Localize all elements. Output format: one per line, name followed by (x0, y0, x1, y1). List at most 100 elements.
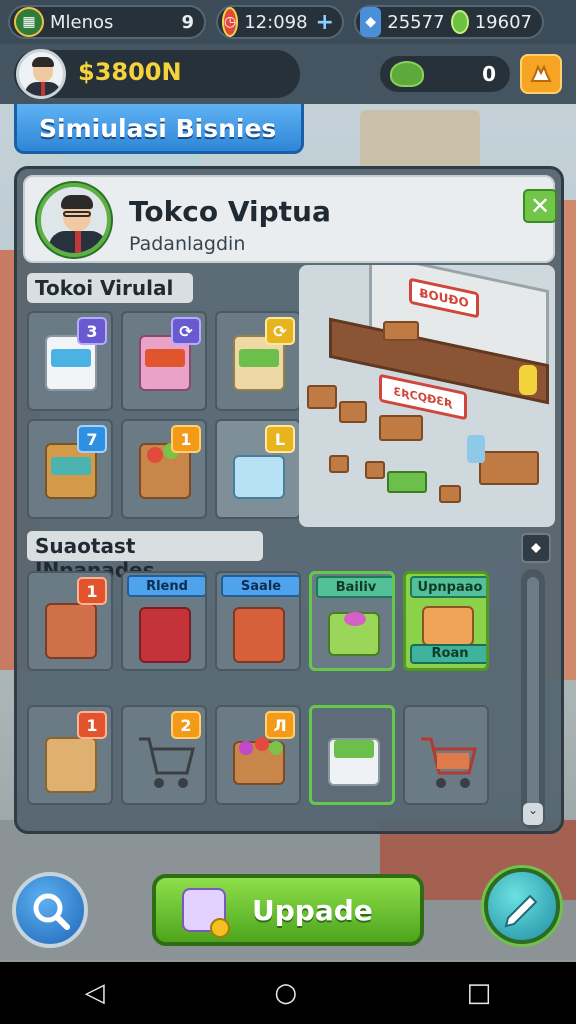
shelf-icon (233, 607, 285, 663)
level-badge: 1 (77, 577, 107, 605)
scrollbar-thumb[interactable] (527, 577, 539, 807)
owner-avatar (37, 183, 111, 257)
booth-icon (139, 607, 191, 663)
stool (365, 461, 385, 479)
item-tile[interactable]: 3 (27, 311, 113, 411)
refresh-badge: ⟳ (171, 317, 201, 345)
shop-profile-header: Tokco Viptua Padanlagdin ✕ (23, 175, 557, 263)
pencil-icon (504, 894, 538, 928)
level-badge: L (265, 425, 295, 453)
tile-tag: Saale (221, 575, 299, 597)
upgrade-tile[interactable]: 1 (27, 705, 113, 805)
hat-button[interactable] (520, 54, 562, 94)
register-detail (344, 612, 366, 626)
crate (307, 385, 337, 409)
upgrade-tile[interactable]: Л (215, 705, 301, 805)
upgrade-tile[interactable] (403, 705, 489, 805)
shop-icon: ▦ (14, 7, 44, 37)
search-icon (33, 893, 70, 930)
page-title: Simiulasi Bisnies (14, 104, 304, 154)
fruit (239, 741, 253, 755)
pin-icon (531, 543, 541, 553)
phone-booth (467, 435, 485, 463)
currency-pill[interactable]: ◆ 25577 19607 (354, 5, 544, 39)
shelf-detail (51, 349, 91, 367)
upgrade-tile[interactable] (309, 705, 395, 805)
tile-tag: Upnpaao (410, 576, 486, 598)
section-label-virtual-shop: Tokoi Virulal (27, 273, 193, 303)
item-tile[interactable]: ⟳ (215, 311, 301, 411)
upgrade-tile[interactable]: Saale (215, 571, 301, 671)
level-badge: Л (265, 711, 295, 739)
fruit (255, 737, 269, 751)
menu-count: 9 (181, 11, 194, 33)
tile-bottom-tag: Roan (410, 644, 486, 664)
stool (439, 485, 461, 503)
display-counter-icon (233, 455, 285, 499)
upgrade-tile[interactable]: Rlend (121, 571, 207, 671)
freezer-detail (334, 740, 374, 758)
box-detail (51, 457, 91, 475)
shop-panel: Tokco Viptua Padanlagdin ✕ Tokoi Virulal… (14, 166, 564, 834)
pin-button[interactable] (521, 533, 551, 563)
upgrade-tile[interactable]: 2 (121, 705, 207, 805)
level-badge: 1 (77, 711, 107, 739)
upgrade-button[interactable]: Uppade (152, 874, 424, 946)
timer-value: 12:098 (244, 11, 308, 33)
shop-illustration: ɃOUƉO ƐƦCQƉƐƦ (299, 265, 555, 527)
timer-pill[interactable]: ◷ 12:098 + (216, 5, 344, 39)
box-icon (45, 737, 97, 793)
wallet-bar: $3800N 0 (0, 44, 576, 104)
tile-tag: Rlend (127, 575, 205, 597)
coin-icon (450, 10, 469, 34)
tile-tag: Bailiv (316, 576, 392, 598)
add-time-button[interactable]: + (316, 10, 334, 35)
refresh-badge: ⟳ (265, 317, 295, 345)
level-badge: 7 (77, 425, 107, 453)
scrollbar[interactable]: ⌄ (521, 569, 545, 829)
recents-icon[interactable]: □ (467, 978, 492, 1008)
leaf-icon (390, 61, 424, 87)
item-tile[interactable]: 7 (27, 419, 113, 519)
shop-subtitle: Padanlagdin (129, 233, 246, 255)
menu-pill[interactable]: ▦ Mlenos 9 (8, 5, 206, 39)
upgrade-tile[interactable]: Bailiv (309, 571, 395, 671)
crate (383, 321, 419, 341)
gems-value: 25577 (387, 11, 445, 33)
item-tile[interactable]: L (215, 419, 301, 519)
upgrade-box-icon (182, 888, 230, 938)
upgrade-tile-selected[interactable]: Upnpaao Roan (403, 571, 489, 671)
fruit (269, 741, 283, 755)
menu-label: Mlenos (50, 11, 114, 33)
edit-button[interactable] (484, 868, 560, 944)
search-button[interactable] (12, 872, 88, 948)
top-status-bar: ▦ Mlenos 9 ◷ 12:098 + ◆ 25577 19607 (0, 0, 576, 44)
fruit (147, 447, 163, 463)
clock-icon: ◷ (222, 7, 239, 37)
upgrade-label: Uppade (252, 893, 373, 927)
item-tile[interactable]: 1 (121, 419, 207, 519)
player-avatar[interactable] (16, 49, 66, 99)
level-badge: 3 (77, 317, 107, 345)
coins-value: 19607 (474, 11, 532, 33)
home-icon[interactable]: ○ (274, 978, 297, 1008)
resource-pill[interactable]: 0 (380, 56, 510, 92)
counter (479, 451, 539, 485)
scroll-down-icon[interactable]: ⌄ (523, 803, 543, 825)
crate (379, 415, 423, 441)
item-tile[interactable]: ⟳ (121, 311, 207, 411)
gem-stack-icon: ◆ (360, 7, 382, 37)
cash-value: $3800N (78, 58, 182, 86)
back-icon[interactable]: ◁ (85, 978, 105, 1008)
cabinet-detail (145, 349, 185, 367)
stool (329, 455, 349, 473)
shop-name: Tokco Viptua (129, 195, 331, 228)
close-button[interactable]: ✕ (523, 189, 557, 223)
upgrade-tile[interactable]: 1 (27, 571, 113, 671)
produce-crate (387, 471, 427, 493)
system-navigation-bar: ◁ ○ □ (0, 962, 576, 1024)
counter-icon (422, 606, 474, 646)
vending-detail (239, 349, 279, 367)
level-badge: 2 (171, 711, 201, 739)
level-badge: 1 (171, 425, 201, 453)
